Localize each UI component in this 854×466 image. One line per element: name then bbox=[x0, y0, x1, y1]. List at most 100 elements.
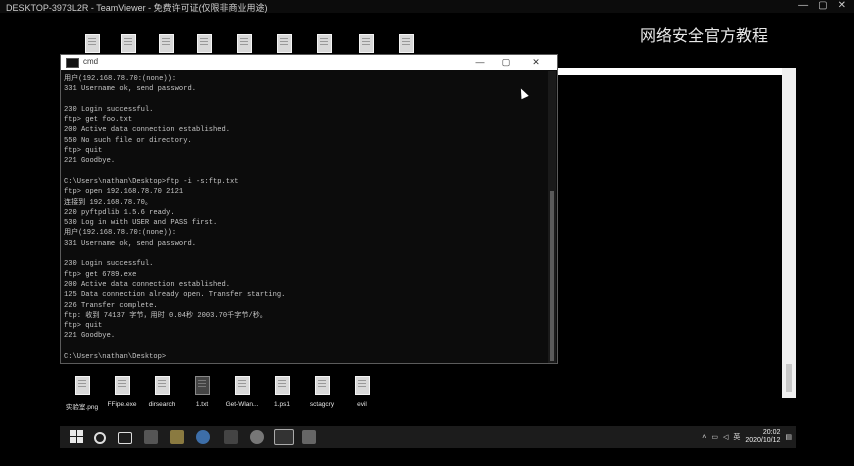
file-icon bbox=[354, 376, 370, 395]
terminal-icon[interactable] bbox=[224, 430, 238, 444]
scrollbar-thumb[interactable] bbox=[786, 364, 792, 392]
store-icon[interactable] bbox=[144, 430, 158, 444]
cmd-line: 530 Log in with USER and PASS first. bbox=[64, 219, 218, 228]
chrome-icon[interactable] bbox=[250, 430, 264, 444]
notification-icon[interactable]: ▤ bbox=[785, 433, 792, 441]
file-icon bbox=[234, 376, 250, 395]
volume-icon[interactable]: ◁ bbox=[723, 433, 728, 441]
script-file-icon bbox=[274, 376, 290, 395]
cmd-line: 125 Data connection already open. Transf… bbox=[64, 291, 286, 300]
task-view-icon[interactable] bbox=[118, 432, 132, 444]
cmd-line: 221 Goodbye. bbox=[64, 332, 116, 341]
cmd-line: 221 Goodbye. bbox=[64, 157, 116, 166]
file-icon bbox=[276, 34, 292, 53]
cmd-line: 331 Username ok, send password. bbox=[64, 85, 196, 94]
cmd-close-button[interactable]: ✕ bbox=[525, 55, 547, 70]
chevron-up-icon[interactable]: ˄ bbox=[702, 434, 706, 441]
desktop-icon-label: 1.ps1 bbox=[274, 401, 290, 408]
file-icon bbox=[120, 34, 136, 53]
image-file-icon bbox=[74, 376, 90, 395]
app-icon[interactable] bbox=[302, 430, 316, 444]
teamviewer-controls: — ▢ ✕ bbox=[798, 0, 846, 11]
cmd-title: cmd bbox=[83, 57, 99, 66]
file-icon bbox=[158, 34, 174, 53]
watermark-text: 网络安全官方教程 bbox=[640, 28, 769, 45]
desktop-icon-label: 实验室.png bbox=[65, 404, 99, 411]
cmd-line: 550 No such file or directory. bbox=[64, 136, 192, 145]
cmd-line: 200 Active data connection established. bbox=[64, 280, 231, 289]
desktop-icon-1[interactable]: FFipe.exe bbox=[102, 376, 142, 408]
scrollbar-thumb[interactable] bbox=[550, 191, 554, 361]
background-window-scrollbar[interactable] bbox=[782, 68, 796, 398]
cmd-window[interactable]: cmd — ▢ ✕ 用户(192.168.78.70:(none)): 331 U… bbox=[60, 54, 558, 364]
desktop-icon-3[interactable]: 1.txt bbox=[182, 376, 222, 408]
cmd-line: ftp: 收到 74137 字节，用时 0.04秒 2003.70千字节/秒。 bbox=[64, 311, 267, 320]
cmd-scrollbar[interactable] bbox=[548, 71, 556, 363]
teamviewer-titlebar: DESKTOP-3973L2R - TeamViewer - 免费许可证(仅限非… bbox=[0, 0, 854, 13]
desktop-icon-7[interactable]: evil bbox=[342, 376, 382, 408]
cmd-line: 226 Transfer complete. bbox=[64, 301, 158, 310]
cmd-line: 用户(192.168.78.70:(none)): bbox=[64, 229, 177, 238]
cmd-line: 200 Active data connection established. bbox=[64, 126, 231, 135]
cmd-line: ftp> quit bbox=[64, 322, 103, 331]
file-icon bbox=[398, 34, 414, 53]
start-icon[interactable] bbox=[70, 430, 84, 444]
desktop-icon-label: sctagcry bbox=[309, 401, 335, 408]
desktop-icon-label: 1.txt bbox=[195, 401, 209, 408]
desktop-icon-0[interactable]: 实验室.png bbox=[62, 376, 102, 411]
cmd-line bbox=[64, 95, 546, 105]
cmd-line: 用户(192.168.78.70:(none)): bbox=[64, 75, 177, 83]
clock-date: 2020/10/12 bbox=[745, 437, 781, 444]
file-icon bbox=[316, 34, 332, 53]
exe-file-icon bbox=[114, 376, 130, 395]
minimize-button[interactable]: — bbox=[798, 0, 808, 11]
taskbar: ˄ ▭ ◁ 英 20:02 2020/10/12 ▤ bbox=[60, 426, 796, 448]
cmd-icon[interactable] bbox=[274, 429, 294, 445]
desktop-icon-5[interactable]: 1.ps1 bbox=[262, 376, 302, 408]
edge-icon[interactable] bbox=[196, 430, 210, 444]
teamviewer-title: DESKTOP-3973L2R - TeamViewer - 免费许可证(仅限非… bbox=[6, 3, 268, 13]
cmd-minimize-button[interactable]: — bbox=[469, 55, 491, 70]
cmd-line bbox=[64, 249, 546, 259]
background-window bbox=[558, 68, 782, 398]
cmd-line: ftp> get foo.txt bbox=[64, 116, 133, 125]
clock-time: 20:02 bbox=[762, 429, 781, 436]
maximize-button[interactable]: ▢ bbox=[818, 0, 827, 11]
cmd-line bbox=[64, 167, 546, 177]
file-icon bbox=[358, 34, 374, 53]
desktop-icon-label: evil bbox=[357, 401, 367, 408]
file-icon bbox=[84, 34, 100, 53]
cmd-line: C:\Users\nathan\Desktop>ftp -i -s:ftp.tx… bbox=[64, 177, 239, 186]
search-icon[interactable] bbox=[94, 432, 106, 444]
desktop-icon-label: FFipe.exe bbox=[107, 401, 137, 408]
cmd-line: 连接到 192.168.78.70。 bbox=[64, 198, 152, 207]
desktop-icon-label: Get-Wlan... bbox=[225, 401, 259, 408]
cmd-line: 230 Login successful. bbox=[64, 260, 154, 269]
close-button[interactable]: ✕ bbox=[838, 0, 846, 11]
desktop-icon-label: dirsearch bbox=[148, 401, 176, 408]
file-icon bbox=[196, 34, 212, 53]
cmd-line: ftp> get 6789.exe bbox=[64, 270, 137, 279]
cmd-icon bbox=[66, 58, 79, 68]
network-icon[interactable]: ▭ bbox=[711, 433, 718, 441]
cmd-line: ftp> open 192.168.78.70 2121 bbox=[64, 188, 184, 197]
file-icon bbox=[154, 376, 170, 395]
cmd-line: 230 Login successful. bbox=[64, 105, 154, 114]
desktop-icon-4[interactable]: Get-Wlan... bbox=[222, 376, 262, 408]
cmd-line: C:\Users\nathan\Desktop> bbox=[64, 353, 167, 362]
cmd-line bbox=[64, 342, 546, 352]
text-file-icon bbox=[194, 376, 210, 395]
clock[interactable]: 20:02 2020/10/12 bbox=[745, 429, 780, 445]
cmd-maximize-button[interactable]: ▢ bbox=[495, 55, 517, 70]
cmd-titlebar[interactable]: cmd — ▢ ✕ bbox=[61, 55, 557, 70]
desktop-icon-6[interactable]: sctagcry bbox=[302, 376, 342, 408]
cmd-line: ftp> quit bbox=[64, 147, 103, 156]
desktop-icon-2[interactable]: dirsearch bbox=[142, 376, 182, 408]
cmd-line: 220 pyftpdlib 1.5.6 ready. bbox=[64, 208, 175, 217]
cmd-output[interactable]: 用户(192.168.78.70:(none)): 331 Username ok… bbox=[64, 74, 546, 362]
ime-indicator[interactable]: 英 bbox=[733, 432, 740, 442]
explorer-icon[interactable] bbox=[170, 430, 184, 444]
file-icon bbox=[236, 34, 252, 53]
system-tray: ˄ ▭ ◁ 英 20:02 2020/10/12 ▤ bbox=[702, 426, 796, 448]
cmd-line: 331 Username ok, send password. bbox=[64, 239, 196, 248]
